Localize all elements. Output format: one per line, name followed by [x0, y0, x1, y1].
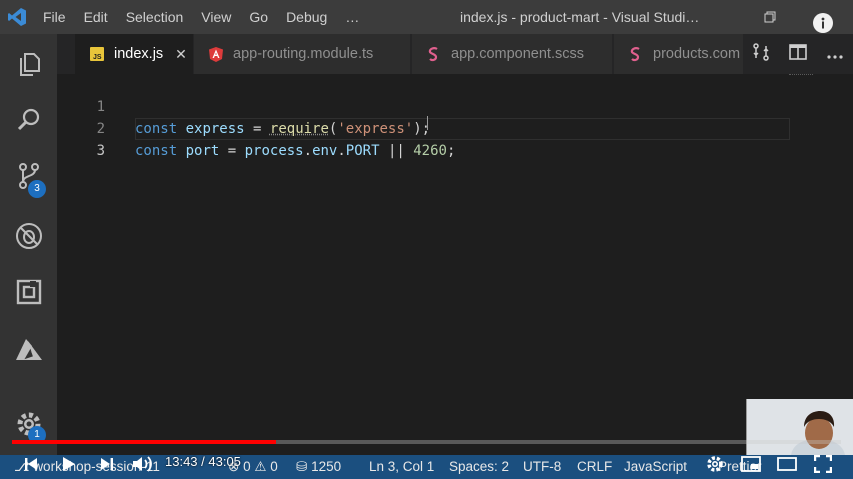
tab-label: products.com [653, 46, 741, 62]
fullscreen-icon [814, 454, 832, 473]
azure-icon [15, 339, 42, 360]
split-editor-icon[interactable] [789, 44, 807, 64]
restore-icon [764, 11, 776, 23]
tab-products-component[interactable]: products.com [614, 34, 744, 74]
info-button[interactable] [813, 13, 833, 33]
code-editor[interactable]: 1 const express = require('express'); 2 … [57, 74, 853, 455]
angular-icon [208, 46, 224, 62]
menu-more[interactable]: … [336, 0, 368, 34]
info-icon [821, 17, 825, 29]
code-line: 3 [57, 118, 790, 159]
play-button[interactable] [54, 448, 84, 479]
editor-actions [743, 34, 853, 74]
close-icon[interactable]: ✕ [175, 46, 187, 63]
menu-debug[interactable]: Debug [277, 0, 336, 34]
activity-debug[interactable] [0, 208, 57, 264]
activity-extensions[interactable] [0, 264, 57, 320]
menu-file[interactable]: File [34, 0, 75, 34]
activity-explorer[interactable] [0, 36, 57, 92]
vscode-logo-icon [0, 0, 34, 34]
menu-go[interactable]: Go [240, 0, 277, 34]
compare-changes-icon[interactable] [752, 43, 770, 65]
settings-button[interactable] [700, 448, 730, 479]
mouse-cursor [427, 116, 428, 130]
tab-index-js[interactable]: JS index.js ✕ [75, 34, 193, 74]
skip-next-icon [101, 457, 113, 470]
explorer-icon [19, 53, 40, 76]
code-content: const port = process.env.PORT || 4260; [135, 143, 456, 159]
miniplayer-button[interactable] [736, 448, 766, 479]
more-actions-icon[interactable] [826, 45, 844, 64]
webcam-overlay [746, 399, 853, 455]
tab-label: app-routing.module.ts [233, 46, 374, 62]
skip-previous-icon [25, 457, 37, 470]
presenter-image [747, 399, 853, 455]
activity-search[interactable] [0, 92, 57, 148]
extensions-icon [16, 279, 41, 305]
restore-button[interactable] [750, 0, 790, 34]
window-title: index.js - product-mart - Visual Studi… [460, 9, 700, 25]
svg-text:JS: JS [93, 54, 102, 61]
video-progress-bar[interactable] [12, 440, 841, 444]
code-line: 1 const express = require('express'); [57, 74, 790, 137]
theater-mode-button[interactable] [772, 448, 802, 479]
menu-selection[interactable]: Selection [117, 0, 193, 34]
activity-source-control[interactable]: 3 [0, 148, 57, 204]
js-file-icon: JS [89, 46, 105, 62]
miniplayer-icon [741, 455, 761, 472]
video-time: 13:43 / 43:05 [165, 454, 241, 469]
theater-mode-icon [777, 456, 797, 471]
activity-azure[interactable] [0, 322, 57, 378]
video-progress-fill [12, 440, 277, 444]
sass-icon [426, 46, 442, 62]
minimap [789, 74, 813, 78]
fullscreen-button[interactable] [808, 448, 838, 479]
debug-icon [15, 223, 42, 249]
next-button[interactable] [92, 448, 122, 479]
menu-edit[interactable]: Edit [75, 0, 117, 34]
search-icon [17, 108, 39, 131]
menu-bar: File Edit Selection View Go Debug … [34, 0, 368, 34]
volume-icon [133, 455, 152, 472]
title-bar: File Edit Selection View Go Debug … inde… [0, 0, 853, 34]
video-player-controls [0, 448, 853, 479]
tab-label: app.component.scss [451, 46, 584, 62]
menu-view[interactable]: View [192, 0, 240, 34]
play-icon [63, 456, 75, 471]
source-control-badge: 3 [28, 180, 46, 198]
code-line: 2 const port = process.env.PORT || 4260; [57, 96, 790, 159]
volume-button[interactable] [128, 448, 158, 479]
sass-icon [628, 46, 644, 62]
tab-bar: JS index.js ✕ app-routing.module.ts app.… [57, 34, 853, 74]
previous-button[interactable] [16, 448, 46, 479]
tab-app-routing[interactable]: app-routing.module.ts [194, 34, 410, 74]
gear-icon [707, 455, 723, 472]
tab-app-component-scss[interactable]: app.component.scss [412, 34, 612, 74]
tab-label: index.js [114, 46, 164, 62]
line-number: 3 [96, 143, 105, 159]
activity-bar: 3 1 [0, 34, 57, 455]
